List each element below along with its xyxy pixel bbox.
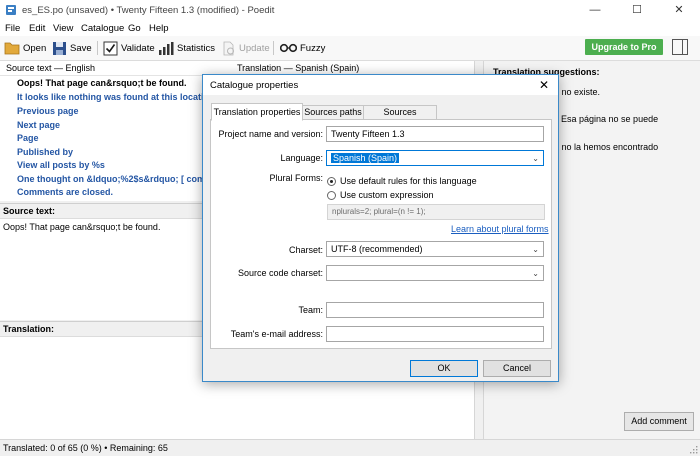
language-selected-value: Spanish (Spain): [331, 153, 400, 163]
column-translation-header[interactable]: Translation — Spanish (Spain): [237, 63, 359, 73]
menu-bar: File Edit View Catalogue Go Help: [0, 21, 700, 36]
toolbar-separator: [97, 41, 98, 55]
floppy-disk-icon: [53, 41, 66, 55]
validate-label: Validate: [121, 42, 155, 54]
catalogue-properties-dialog: Catalogue properties ✕ Translation prope…: [202, 74, 559, 382]
folder-icon: [4, 42, 20, 55]
status-text: Translated: 0 of 65 (0 %) • Remaining: 6…: [3, 443, 168, 453]
source-charset-label: Source code charset:: [237, 268, 323, 278]
team-label: Team:: [298, 305, 323, 315]
open-button[interactable]: Open: [4, 40, 46, 56]
team-email-input[interactable]: [326, 326, 544, 342]
fuzzy-glasses-icon: [280, 43, 297, 53]
dialog-title-bar: Catalogue properties ✕: [203, 75, 558, 95]
chevron-down-icon: ⌄: [532, 245, 539, 254]
chevron-down-icon: ⌄: [532, 154, 539, 163]
save-button[interactable]: Save: [52, 40, 92, 56]
column-source-header[interactable]: Source text — English: [6, 63, 95, 73]
learn-plural-forms-link[interactable]: Learn about plural forms: [451, 224, 549, 234]
suggestion-item[interactable]: gina no la hemos encontrado: [542, 142, 658, 152]
upgrade-to-pro-button[interactable]: Upgrade to Pro: [585, 39, 663, 55]
dialog-close-button[interactable]: ✕: [539, 78, 549, 92]
resize-grip-icon[interactable]: [690, 446, 698, 454]
project-name-label: Project name and version:: [218, 129, 323, 139]
menu-go[interactable]: Go: [128, 23, 141, 34]
menu-file[interactable]: File: [5, 23, 20, 34]
charset-label: Charset:: [288, 245, 323, 255]
save-label: Save: [70, 42, 92, 54]
cancel-button[interactable]: Cancel: [483, 360, 551, 377]
open-label: Open: [23, 42, 47, 54]
language-select[interactable]: Spanish (Spain) ⌄: [326, 150, 544, 166]
menu-catalogue[interactable]: Catalogue: [81, 23, 124, 34]
bar-chart-icon: [159, 41, 174, 55]
project-name-input[interactable]: Twenty Fifteen 1.3: [326, 126, 544, 142]
dialog-title: Catalogue properties: [210, 80, 299, 91]
source-charset-select[interactable]: ⌄: [326, 265, 544, 281]
tab-sources-keywords[interactable]: Sources keywords: [363, 105, 437, 130]
fuzzy-label: Fuzzy: [300, 42, 326, 54]
document-refresh-icon: [223, 41, 234, 55]
tab-translation-properties[interactable]: Translation properties: [211, 103, 303, 121]
sidebar-toggle-icon[interactable]: [672, 39, 688, 55]
title-bar: es_ES.po (unsaved) • Twenty Fifteen 1.3 …: [0, 0, 700, 22]
checkbox-checked-icon: [103, 41, 118, 55]
menu-help[interactable]: Help: [149, 23, 169, 34]
plural-expression-input[interactable]: nplurals=2; plural=(n != 1);: [327, 204, 545, 220]
add-comment-button[interactable]: Add comment: [624, 412, 694, 431]
tab-sources-paths[interactable]: Sources paths: [302, 105, 364, 120]
chevron-down-icon: ⌄: [532, 269, 539, 278]
update-label: Update: [239, 42, 270, 54]
suggestion-item[interactable]: vez! Esa página no se puede: [542, 114, 658, 124]
source-text-content: Oops! That page can&rsquo;t be found.: [3, 222, 161, 232]
statistics-button[interactable]: Statistics: [158, 40, 215, 56]
update-button[interactable]: Update: [221, 40, 270, 56]
maximize-button[interactable]: ☐: [616, 0, 658, 21]
poedit-app-icon: [6, 5, 16, 15]
custom-expression-label: Use custom expression: [340, 190, 434, 200]
default-rules-label: Use default rules for this language: [340, 176, 477, 186]
menu-view[interactable]: View: [53, 23, 73, 34]
charset-select[interactable]: UTF-8 (recommended) ⌄: [326, 241, 544, 257]
close-window-button[interactable]: ✕: [658, 0, 700, 21]
language-label: Language:: [280, 153, 323, 163]
statistics-label: Statistics: [177, 42, 216, 54]
charset-selected-value: UTF-8 (recommended): [331, 244, 423, 254]
validate-button[interactable]: Validate: [103, 40, 155, 56]
status-bar: Translated: 0 of 65 (0 %) • Remaining: 6…: [0, 439, 700, 456]
minimize-button[interactable]: —: [574, 0, 616, 21]
fuzzy-button[interactable]: Fuzzy: [280, 40, 325, 56]
window-title: es_ES.po (unsaved) • Twenty Fifteen 1.3 …: [22, 5, 275, 16]
default-rules-radio[interactable]: [327, 177, 336, 186]
menu-edit[interactable]: Edit: [29, 23, 45, 34]
team-email-label: Team's e-mail address:: [230, 329, 323, 339]
plural-forms-label: Plural Forms:: [269, 173, 323, 183]
team-input[interactable]: [326, 302, 544, 318]
custom-expression-radio[interactable]: [327, 191, 336, 200]
translation-properties-panel: Project name and version: Twenty Fifteen…: [210, 119, 552, 349]
toolbar-separator: [273, 41, 274, 55]
ok-button[interactable]: OK: [410, 360, 478, 377]
